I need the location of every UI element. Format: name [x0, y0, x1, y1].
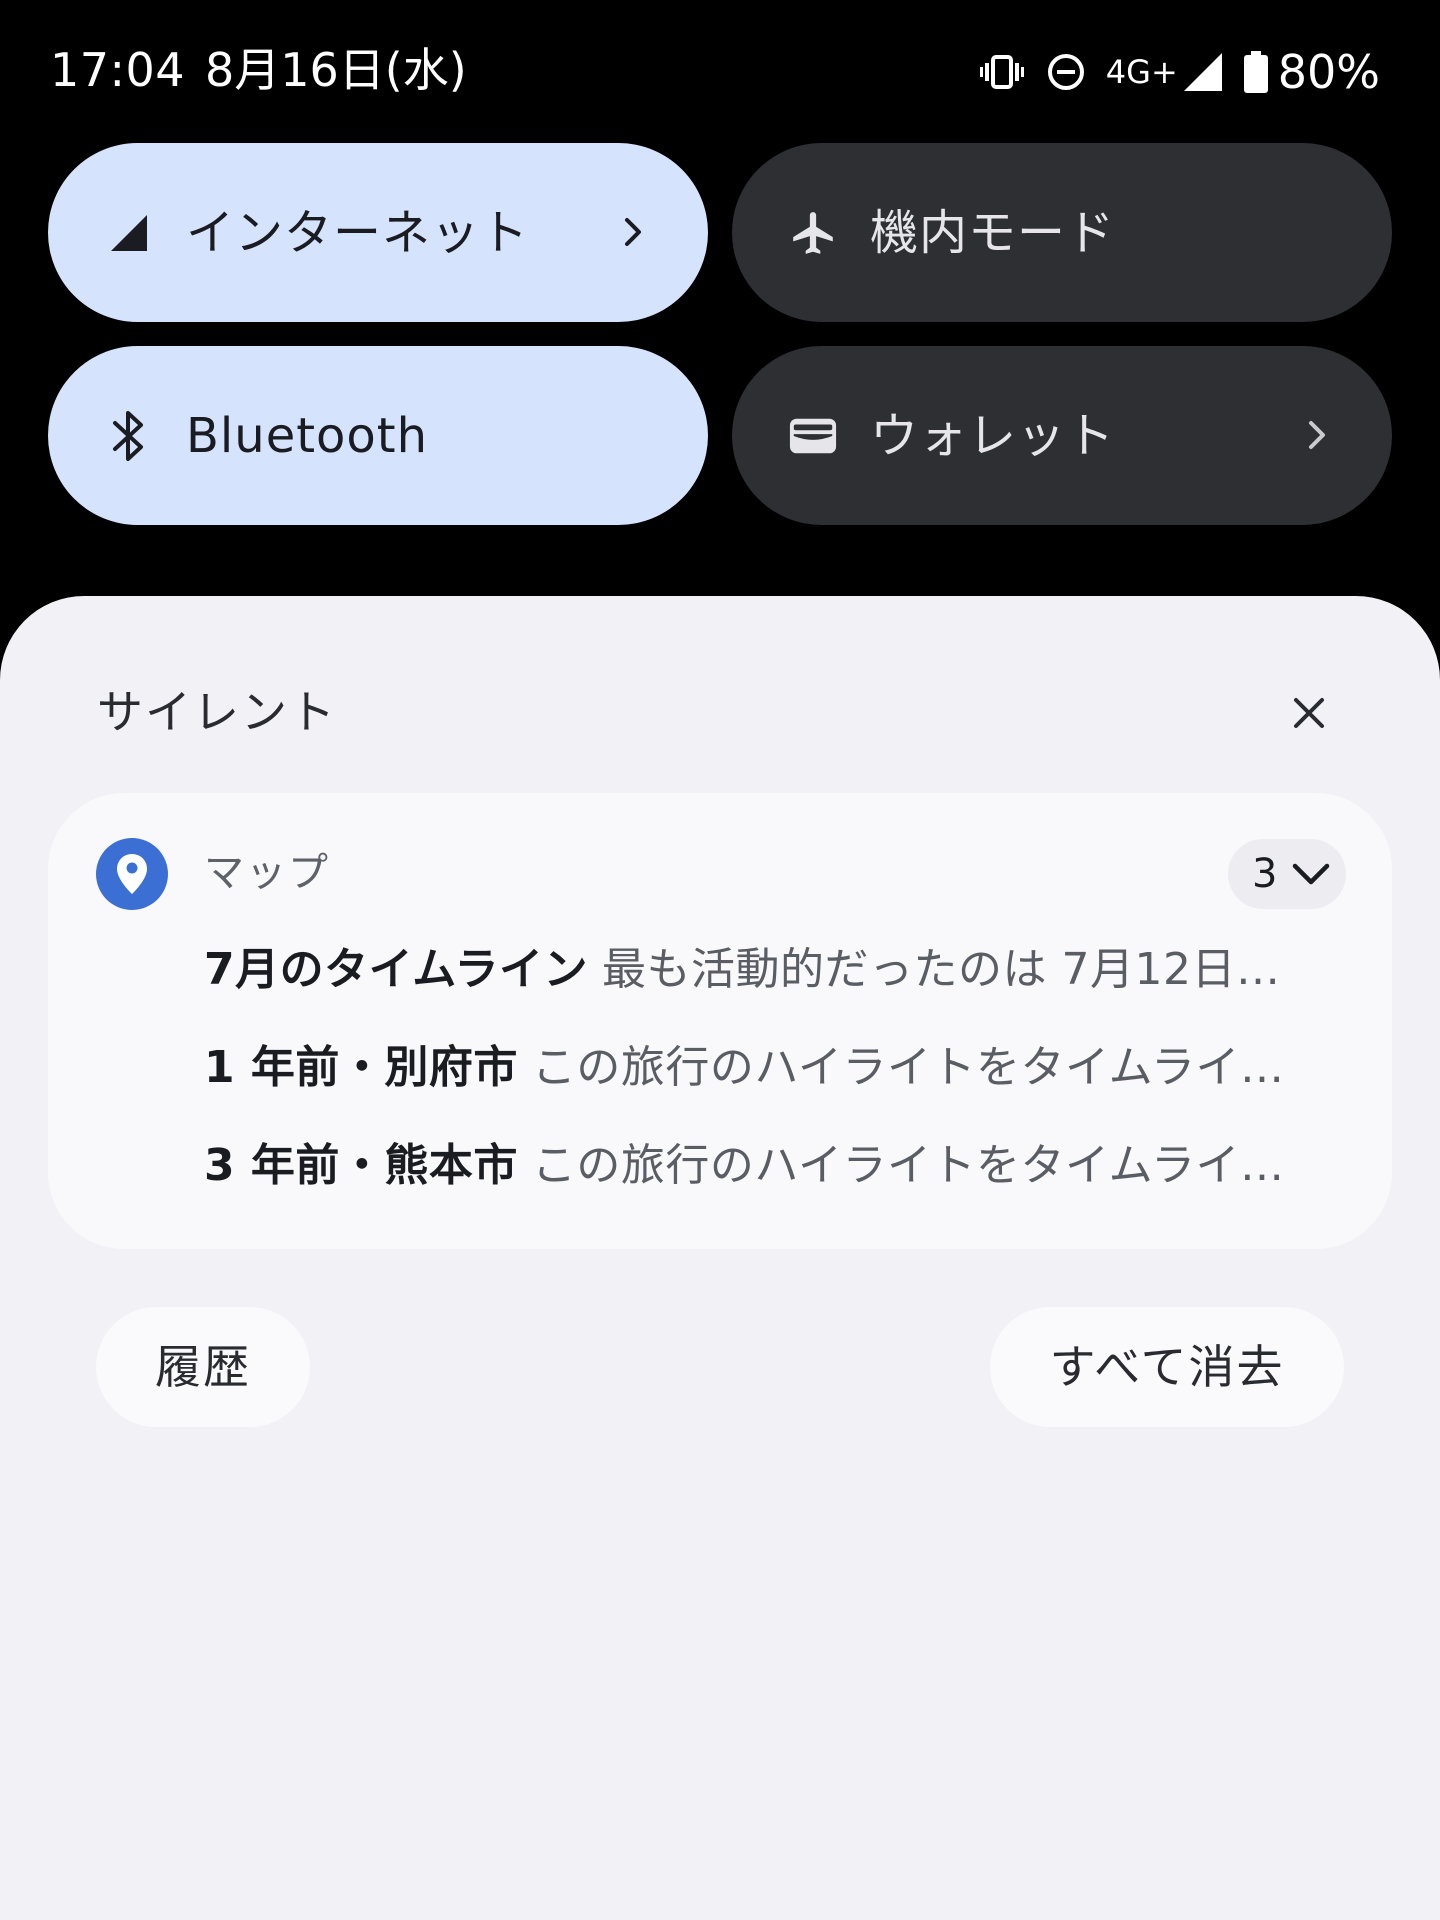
close-icon[interactable] — [1280, 684, 1338, 742]
battery-percent: 80% — [1277, 45, 1380, 99]
network-type: 4G+ — [1105, 53, 1178, 91]
battery-icon — [1243, 51, 1268, 93]
notification-count: 3 — [1252, 851, 1278, 897]
tile-bluetooth-label: Bluetooth — [186, 407, 429, 464]
notification-title: 7月のタイムライン — [204, 944, 589, 995]
tile-bluetooth[interactable]: Bluetooth — [48, 346, 708, 525]
notification-title: 1 年前・別府市 — [204, 1042, 518, 1093]
status-time: 17:04 — [50, 43, 186, 97]
tile-airplane-mode[interactable]: 機内モード — [732, 143, 1392, 322]
app-name: マップ — [204, 850, 330, 896]
chevron-down-icon — [1291, 861, 1331, 887]
airplane-icon — [788, 208, 838, 258]
chevron-right-icon — [608, 207, 658, 257]
wallet-icon — [788, 411, 838, 461]
chevron-right-icon — [1292, 410, 1342, 460]
map-pin-icon — [96, 838, 168, 910]
notification-text: この旅行のハイライトをタイムライ… — [531, 1140, 1285, 1191]
bluetooth-icon — [104, 410, 154, 461]
status-date: 8月16日(水) — [205, 43, 467, 97]
notification-shade: サイレント マップ 3 7月のタイムライン最も活動的だったのは 7月12日… — [0, 596, 1440, 1920]
tile-internet-label: インターネット — [186, 204, 530, 261]
list-item[interactable]: 3 年前・熊本市 この旅行のハイライトをタイムライ… — [204, 1136, 1384, 1196]
cell-signal-icon — [104, 208, 154, 258]
vibrate-icon — [979, 54, 1024, 90]
notification-text: この旅行のハイライトをタイムライ… — [531, 1042, 1285, 1093]
quick-settings-tiles: インターネット 機内モード Bluetooth ウォレット — [48, 143, 1392, 525]
expand-button[interactable]: 3 — [1228, 839, 1346, 909]
cell-signal-icon — [1183, 53, 1222, 91]
tile-wallet[interactable]: ウォレット — [732, 346, 1392, 525]
list-item[interactable]: 7月のタイムライン 最も活動的だったのは 7月12日… — [204, 940, 1384, 1000]
notification-title: 3 年前・熊本市 — [204, 1140, 518, 1191]
notification-text: 最も活動的だったのは 7月12日… — [602, 944, 1281, 995]
section-title-silent: サイレント — [97, 685, 337, 739]
list-item[interactable]: 1 年前・別府市 この旅行のハイライトをタイムライ… — [204, 1038, 1384, 1098]
status-icons: 4G+ 80% — [958, 44, 1380, 100]
notification-card-maps[interactable]: マップ 3 7月のタイムライン 最も活動的だったのは 7月12日… 1 年前・別府… — [48, 793, 1392, 1249]
history-button[interactable]: 履歴 — [96, 1307, 310, 1427]
tile-internet[interactable]: インターネット — [48, 143, 708, 322]
clear-all-button[interactable]: すべて消去 — [990, 1307, 1344, 1427]
status-bar: 17:04 8月16日(水) 4G+ 80% — [0, 0, 1440, 140]
do-not-disturb-icon — [1046, 52, 1086, 92]
tile-airplane-mode-label: 機内モード — [870, 204, 1116, 261]
tile-wallet-label: ウォレット — [870, 407, 1116, 464]
